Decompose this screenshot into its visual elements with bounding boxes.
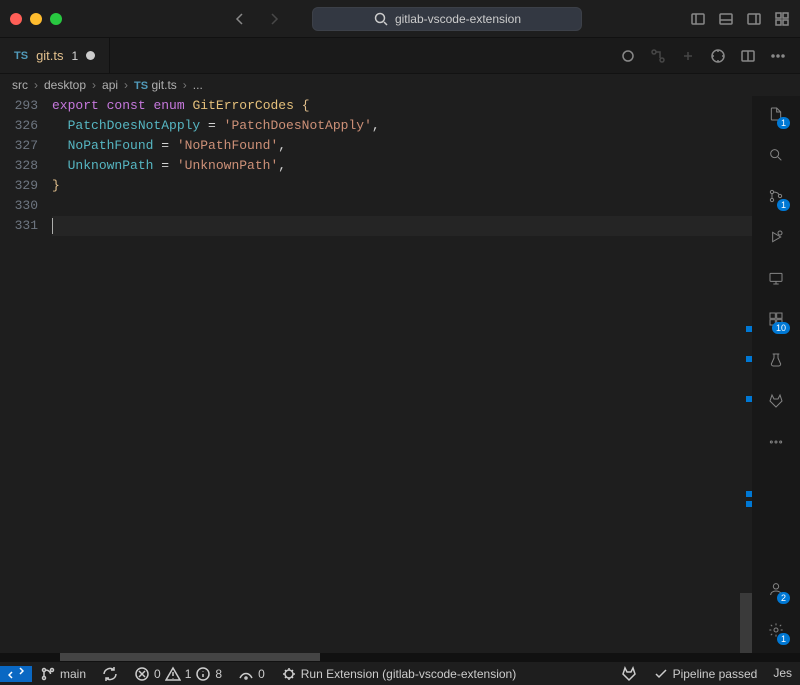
- main-area: ⬢ 293 326 327 328 329 330 331 export con…: [0, 96, 800, 653]
- forward-button[interactable]: [266, 11, 282, 27]
- accounts-icon[interactable]: 2: [768, 581, 784, 600]
- maximize-window-button[interactable]: [50, 13, 62, 25]
- extensions-badge: 10: [772, 322, 790, 334]
- tab-filename: git.ts: [36, 48, 63, 63]
- settings-badge: 1: [777, 633, 790, 645]
- search-icon: [373, 11, 389, 27]
- minimize-window-button[interactable]: [30, 13, 42, 25]
- line-number: 326: [0, 116, 38, 136]
- back-button[interactable]: [232, 11, 248, 27]
- tab-bar: TS git.ts 1: [0, 38, 800, 74]
- ts-file-icon: TS: [14, 50, 28, 62]
- remote-explorer-view-icon[interactable]: [768, 270, 784, 289]
- gitlab-duo-status[interactable]: [613, 666, 645, 682]
- search-text: gitlab-vscode-extension: [395, 12, 521, 26]
- history-nav: [232, 11, 282, 27]
- ports-status[interactable]: 0: [230, 666, 273, 682]
- breadcrumb-item[interactable]: TS git.ts: [134, 78, 177, 92]
- toggle-primary-sidebar-icon[interactable]: [690, 11, 706, 27]
- toggle-panel-icon[interactable]: [718, 11, 734, 27]
- breadcrumb-item[interactable]: ...: [193, 78, 203, 92]
- line-number: 331: [0, 216, 38, 236]
- explorer-view-icon[interactable]: 1: [768, 106, 784, 125]
- more-views-icon[interactable]: [768, 434, 784, 453]
- run-icon[interactable]: [710, 48, 726, 64]
- layout-controls: [690, 11, 790, 27]
- activity-bar: 1 1 10 2 1: [752, 96, 800, 653]
- compare-changes-icon[interactable]: [650, 48, 666, 64]
- pipeline-status[interactable]: Pipeline passed: [645, 666, 766, 682]
- overview-ruler[interactable]: [740, 96, 752, 653]
- line-number: 293: [0, 96, 38, 116]
- debug-target-status[interactable]: Run Extension (gitlab-vscode-extension): [273, 666, 524, 682]
- line-number: 327: [0, 136, 38, 156]
- breadcrumb[interactable]: src› desktop› api› TS git.ts› ...: [0, 74, 800, 96]
- customize-layout-icon[interactable]: [774, 11, 790, 27]
- editor-actions: [620, 38, 800, 73]
- line-number: 330: [0, 196, 38, 216]
- open-changes-icon[interactable]: [680, 48, 696, 64]
- status-tail[interactable]: Jes: [765, 666, 800, 680]
- unsaved-indicator-icon[interactable]: [86, 51, 95, 60]
- command-center[interactable]: gitlab-vscode-extension: [312, 7, 582, 31]
- line-number: 329: [0, 176, 38, 196]
- scrollbar-thumb-vertical[interactable]: [740, 593, 752, 653]
- text-cursor: [52, 218, 53, 234]
- close-window-button[interactable]: [10, 13, 22, 25]
- status-bar: main 0 1 8 0 Run Extension (gitlab-vscod…: [0, 661, 800, 685]
- split-editor-icon[interactable]: [740, 48, 756, 64]
- run-debug-view-icon[interactable]: [768, 229, 784, 248]
- git-branch-status[interactable]: main: [32, 666, 94, 682]
- testing-view-icon[interactable]: [768, 352, 784, 371]
- title-bar: gitlab-vscode-extension: [0, 0, 800, 38]
- problems-status[interactable]: 0 1 8: [126, 666, 230, 682]
- more-actions-icon[interactable]: [770, 48, 786, 64]
- code-content[interactable]: export const enum GitErrorCodes { PatchD…: [46, 96, 752, 653]
- settings-gear-icon[interactable]: 1: [768, 622, 784, 641]
- scm-badge: 1: [777, 199, 790, 211]
- line-number: 328: [0, 156, 38, 176]
- sync-button[interactable]: [94, 666, 126, 682]
- window-controls: [10, 13, 62, 25]
- remote-indicator[interactable]: [0, 666, 32, 682]
- accounts-badge: 2: [777, 592, 790, 604]
- extensions-view-icon[interactable]: 10: [768, 311, 784, 330]
- tab-git-ts[interactable]: TS git.ts 1: [0, 38, 110, 73]
- breadcrumb-item[interactable]: desktop: [44, 78, 86, 92]
- editor[interactable]: ⬢ 293 326 327 328 329 330 331 export con…: [0, 96, 752, 653]
- gitlab-duo-icon[interactable]: [620, 48, 636, 64]
- tab-modified-count: 1: [72, 49, 79, 63]
- breadcrumb-item[interactable]: src: [12, 78, 28, 92]
- explorer-badge: 1: [777, 117, 790, 129]
- source-control-view-icon[interactable]: 1: [768, 188, 784, 207]
- gitlab-view-icon[interactable]: [768, 393, 784, 412]
- horizontal-scrollbar[interactable]: [0, 653, 800, 661]
- breadcrumb-item[interactable]: api: [102, 78, 118, 92]
- search-view-icon[interactable]: [768, 147, 784, 166]
- scrollbar-thumb-horizontal[interactable]: [60, 653, 320, 661]
- toggle-secondary-sidebar-icon[interactable]: [746, 11, 762, 27]
- line-number-gutter: 293 326 327 328 329 330 331: [0, 96, 46, 653]
